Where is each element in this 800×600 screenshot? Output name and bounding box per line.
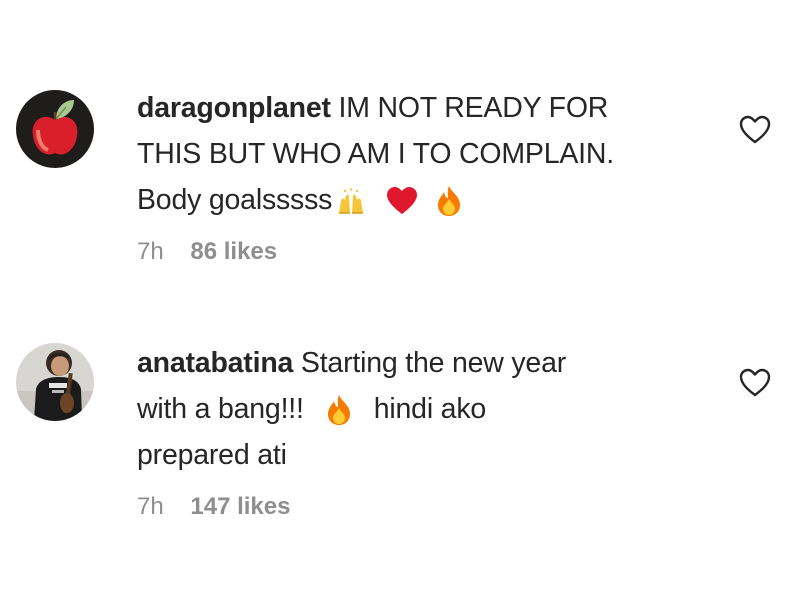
fire-emoji	[326, 394, 352, 426]
comment-line: prepared ati	[137, 439, 287, 471]
avatar[interactable]	[16, 90, 94, 168]
comment-text: daragonplanet IM NOT READY FOR THIS BUT …	[137, 85, 697, 223]
like-heart-icon[interactable]	[739, 368, 771, 398]
comment-likes[interactable]: 147 likes	[190, 493, 290, 520]
like-heart-icon[interactable]	[739, 115, 771, 145]
comment-line: hindi ako	[373, 393, 487, 425]
comment-time[interactable]: 7h	[137, 493, 164, 520]
comment-line: Body goalsssss	[137, 184, 333, 216]
comment-username[interactable]: anatabatina	[137, 347, 293, 379]
red-heart-emoji	[386, 187, 418, 215]
comment-line: THIS BUT WHO AM I TO COMPLAIN.	[137, 138, 614, 170]
comment-text: anatabatina Starting the new year with a…	[137, 340, 697, 478]
comment-time[interactable]: 7h	[137, 238, 164, 265]
comment-username[interactable]: daragonplanet	[137, 92, 331, 124]
comment-meta: 7h 86 likes	[137, 237, 697, 267]
comment-likes[interactable]: 86 likes	[190, 238, 277, 265]
avatar[interactable]	[16, 343, 94, 421]
comment-line: Starting the new year	[300, 347, 567, 379]
comment-meta: 7h 147 likes	[137, 492, 697, 522]
fire-emoji	[436, 185, 462, 217]
raising-hands-emoji	[336, 187, 366, 215]
comment-line: IM NOT READY FOR	[338, 92, 609, 124]
comment-line: with a bang!!!	[137, 393, 304, 425]
